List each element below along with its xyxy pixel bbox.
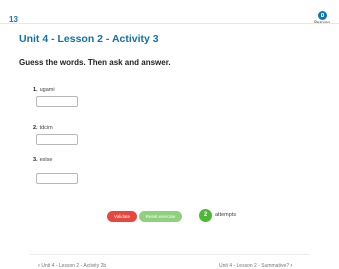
header-divider — [0, 23, 339, 24]
attempts-label: attempts — [215, 212, 237, 218]
next-activity-link[interactable]: Unit 4 - Lesson 2 - Summative? › — [219, 263, 292, 269]
validate-button[interactable]: Validate — [107, 211, 137, 222]
question-number: 2. — [33, 125, 38, 131]
previous-activity-label: Unit 4 - Lesson 2 - Activity 2b — [41, 263, 107, 269]
question-number: 1. — [33, 87, 38, 93]
top-bar: 13 Pearson — [0, 0, 339, 30]
answer-input-2[interactable] — [36, 134, 78, 145]
attempts-count-badge: 2 — [199, 209, 212, 222]
question-word: ugami — [39, 87, 55, 93]
question-3-label: 3. eslse — [33, 157, 52, 163]
question-word: eslse — [39, 157, 53, 163]
question-number: 3. — [33, 157, 38, 163]
previous-activity-link[interactable]: ‹ Unit 4 - Lesson 2 - Activity 2b — [38, 263, 106, 269]
chevron-left-icon: ‹ — [38, 263, 40, 269]
answer-input-3[interactable] — [36, 173, 78, 184]
question-1-label: 1. ugami — [33, 87, 55, 93]
next-activity-label: Unit 4 - Lesson 2 - Summative? — [219, 263, 290, 269]
activity-instruction: Guess the words. Then ask and answer. — [19, 58, 171, 67]
question-2-label: 2. tdcim — [33, 125, 53, 131]
question-word: tdcim — [39, 125, 53, 131]
footer-divider — [30, 254, 309, 255]
pearson-logo-icon — [317, 11, 327, 20]
activity-title: Unit 4 - Lesson 2 - Activity 3 — [19, 33, 159, 45]
answer-input-1[interactable] — [36, 96, 78, 107]
reset-exercise-button[interactable]: Reset exercise — [139, 211, 182, 222]
chevron-right-icon: › — [290, 263, 293, 269]
